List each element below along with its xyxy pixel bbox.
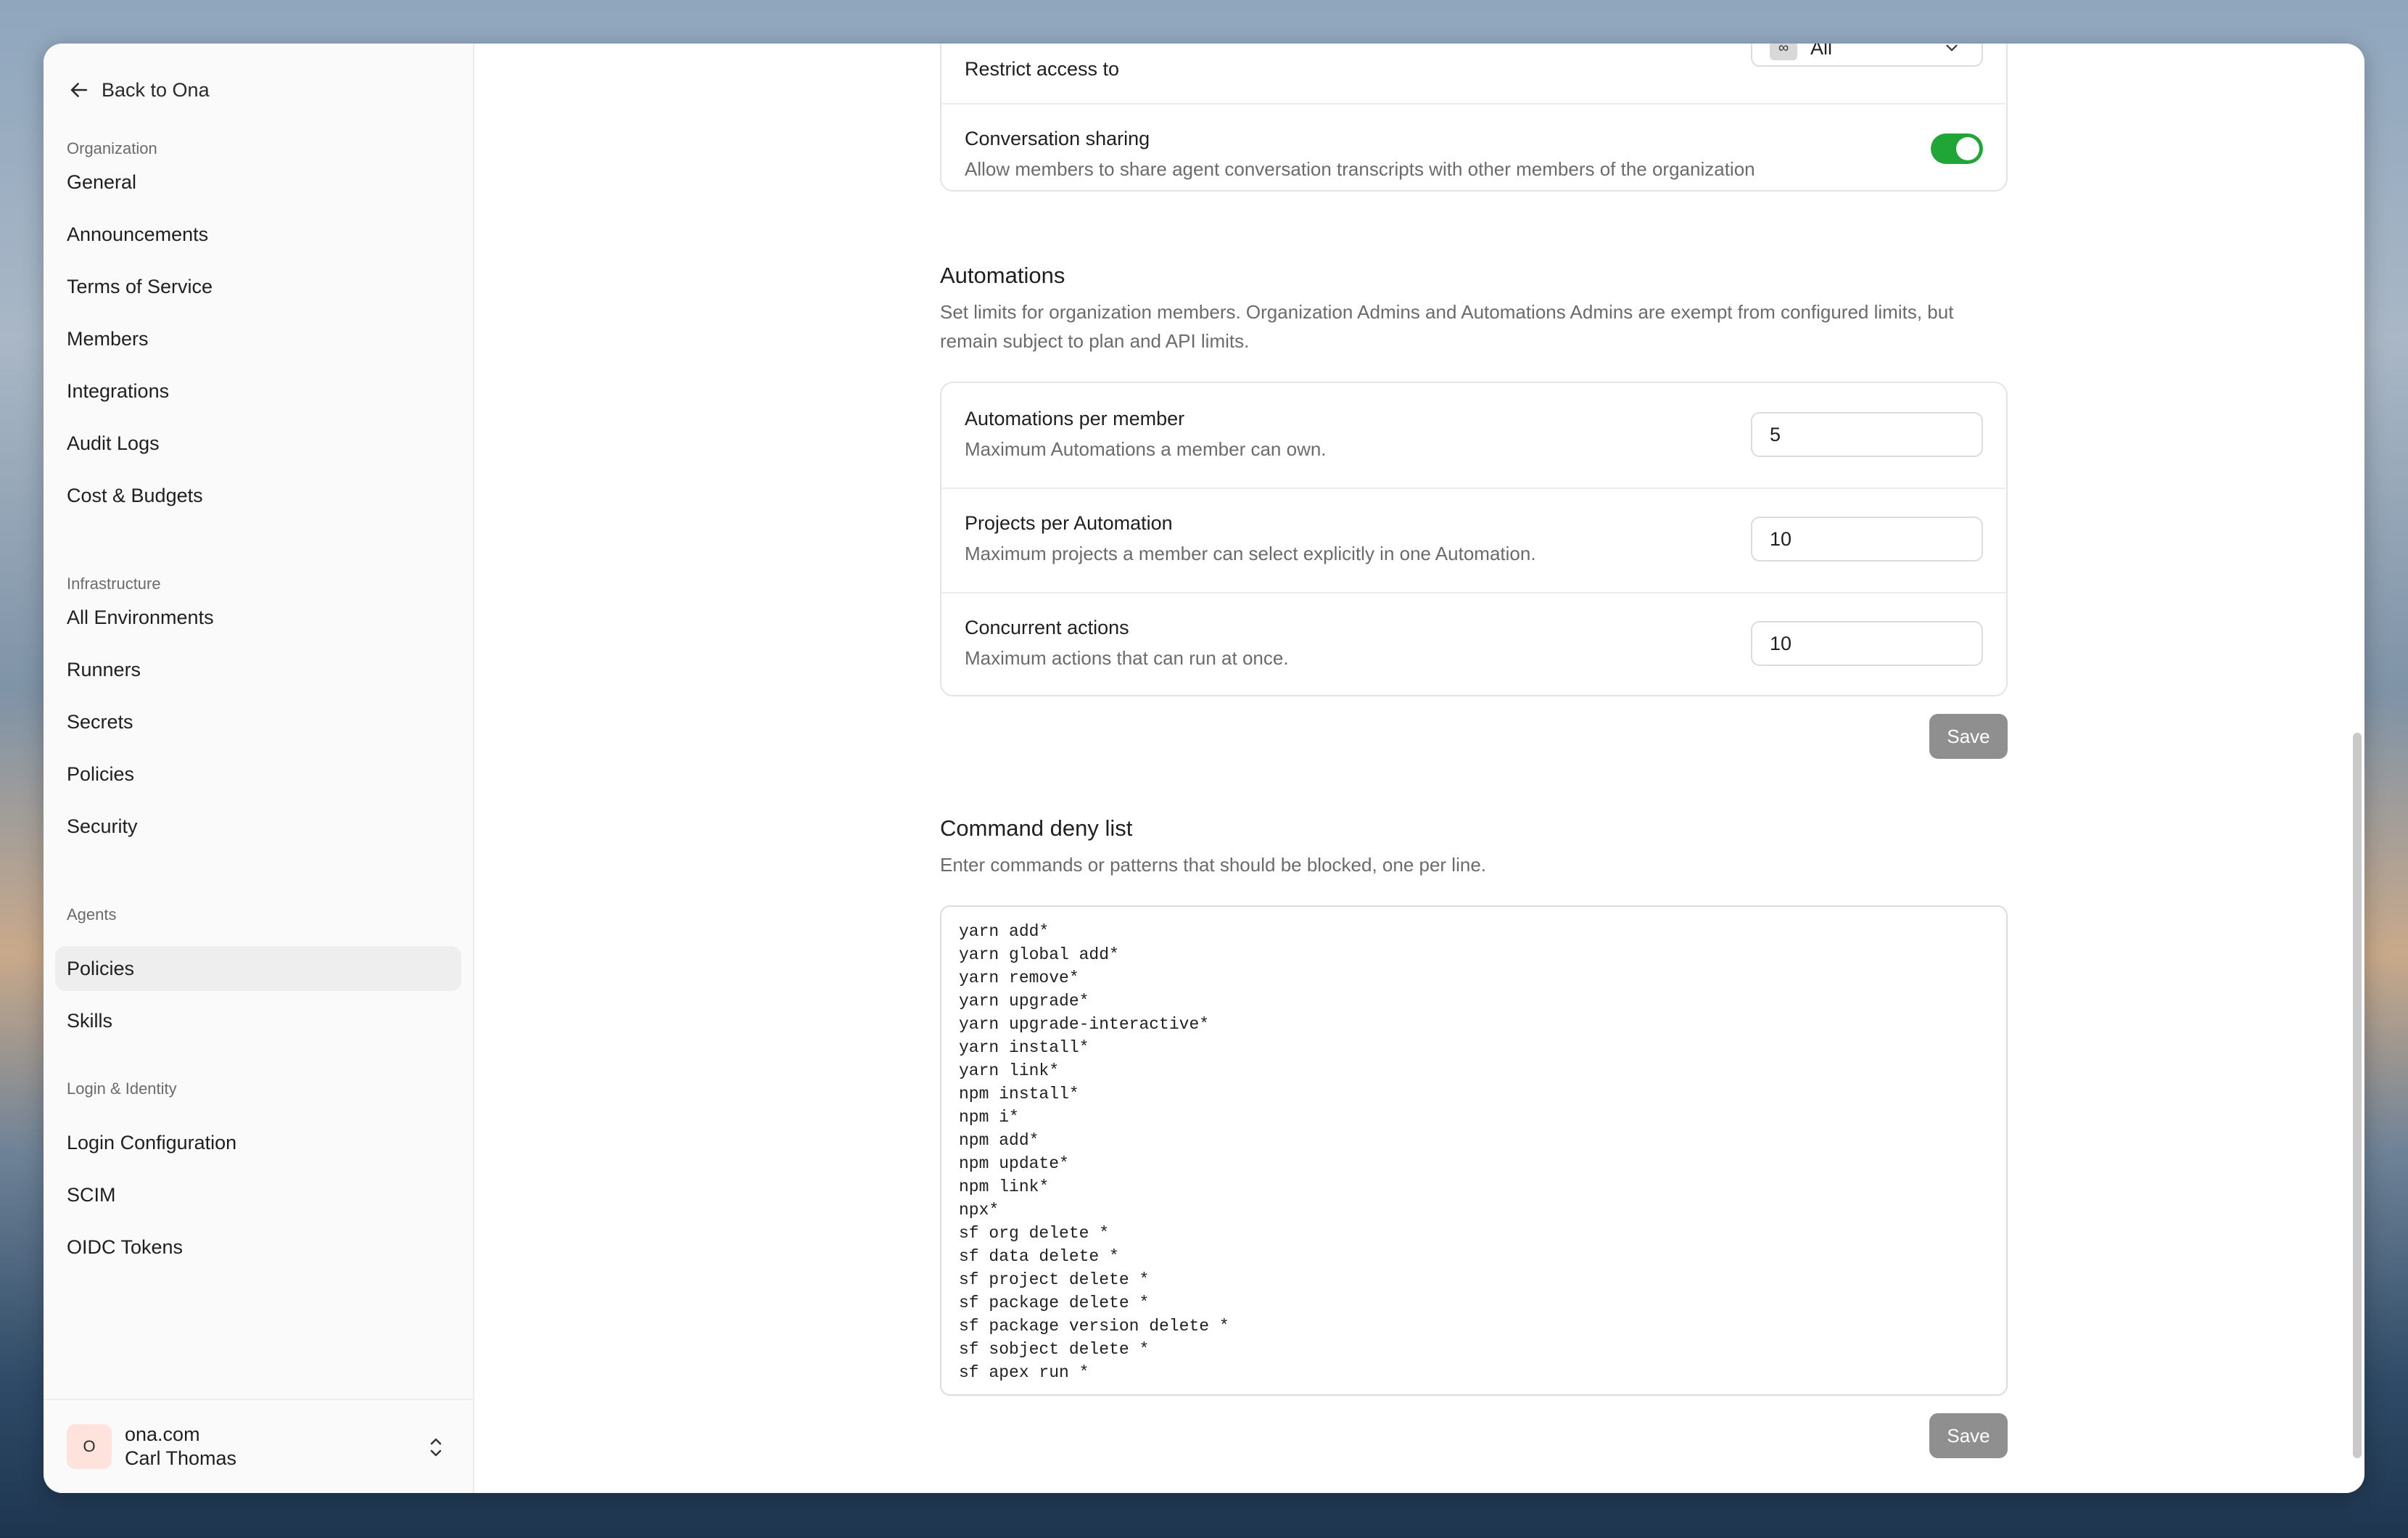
projects-per-automation-row: Projects per Automation Maximum projects… [941, 488, 2006, 592]
org-info: ona.com Carl Thomas [125, 1423, 236, 1471]
org-switcher[interactable]: O ona.com Carl Thomas [44, 1399, 473, 1493]
automations-title: Automations [940, 263, 1065, 288]
automations-per-member-desc: Maximum Automations a member can own. [965, 438, 1327, 460]
sidebar-item-login-configuration[interactable]: Login Configuration [55, 1120, 461, 1165]
sidebar-item-policies-infra[interactable]: Policies [55, 752, 461, 797]
conversation-sharing-toggle[interactable] [1931, 133, 1983, 164]
automations-card: Automations per member Maximum Automatio… [940, 382, 2008, 696]
sidebar-item-cost-budgets[interactable]: Cost & Budgets [55, 473, 461, 518]
scrollbar[interactable] [2350, 44, 2364, 1493]
sidebar-item-scim[interactable]: SCIM [55, 1172, 461, 1217]
section-agents: Agents [67, 905, 117, 924]
chevron-up-down-icon [430, 1438, 442, 1457]
projects-per-automation-title: Projects per Automation [965, 512, 1173, 534]
projects-per-automation-input[interactable] [1751, 517, 1983, 562]
deny-list-save-button[interactable]: Save [1929, 1413, 2008, 1458]
sidebar-item-secrets[interactable]: Secrets [55, 699, 461, 744]
deny-list-desc: Enter commands or patterns that should b… [940, 854, 1486, 876]
conversation-sharing-row: Conversation sharing Allow members to sh… [941, 103, 2006, 193]
sidebar-item-all-environments[interactable]: All Environments [55, 595, 461, 640]
concurrent-actions-desc: Maximum actions that can run at once. [965, 647, 1289, 669]
sidebar-item-terms-of-service[interactable]: Terms of Service [55, 264, 461, 309]
concurrent-actions-row: Concurrent actions Maximum actions that … [941, 592, 2006, 696]
section-infrastructure: Infrastructure [67, 575, 161, 593]
section-organization: Organization [67, 139, 157, 157]
sidebar-item-members[interactable]: Members [55, 316, 461, 361]
conversation-sharing-title: Conversation sharing [965, 128, 1150, 149]
automations-desc: Set limits for organization members. Org… [940, 301, 1954, 352]
automations-save-button[interactable]: Save [1929, 714, 2008, 759]
chevron-down-icon [1946, 44, 1958, 52]
back-link[interactable]: Back to Ona [67, 75, 210, 104]
automations-per-member-title: Automations per member [965, 408, 1185, 429]
conversation-sharing-desc: Allow members to share agent conversatio… [965, 158, 1755, 180]
arrow-left-icon [70, 83, 88, 97]
deny-list-textarea[interactable] [940, 905, 2008, 1396]
projects-per-automation-desc: Maximum projects a member can select exp… [965, 543, 1536, 564]
concurrent-actions-title: Concurrent actions [965, 617, 1129, 638]
sharing-card: Restrict access to ∞ All Conversation sh… [940, 44, 2008, 192]
sidebar: Back to Ona Organization General Announc… [44, 44, 474, 1493]
sidebar-item-integrations[interactable]: Integrations [55, 369, 461, 414]
sidebar-item-policies-agents[interactable]: Policies [55, 946, 461, 991]
settings-window: Back to Ona Organization General Announc… [44, 44, 2364, 1493]
deny-list-title: Command deny list [940, 815, 1133, 841]
restrict-access-row: Restrict access to ∞ All [941, 44, 2006, 103]
user-name: Carl Thomas [125, 1447, 237, 1469]
sidebar-item-security[interactable]: Security [55, 804, 461, 849]
restrict-access-title: Restrict access to [965, 58, 1120, 80]
back-link-label: Back to Ona [102, 78, 210, 101]
concurrent-actions-input[interactable] [1751, 621, 1983, 666]
restrict-access-value: All [1810, 44, 1833, 59]
main-content: Restrict access to ∞ All Conversation sh… [474, 44, 2364, 1493]
sidebar-item-skills[interactable]: Skills [55, 998, 461, 1043]
restrict-access-select[interactable]: ∞ All [1751, 44, 1983, 67]
avatar: O [67, 1424, 112, 1469]
automations-per-member-row: Automations per member Maximum Automatio… [941, 383, 2006, 488]
org-name: ona.com [125, 1423, 200, 1445]
section-login-identity: Login & Identity [67, 1080, 177, 1098]
sidebar-item-runners[interactable]: Runners [55, 647, 461, 692]
sidebar-item-audit-logs[interactable]: Audit Logs [55, 421, 461, 466]
infinity-icon: ∞ [1770, 44, 1797, 60]
sidebar-item-general[interactable]: General [55, 160, 461, 205]
sidebar-item-oidc-tokens[interactable]: OIDC Tokens [55, 1225, 461, 1270]
scrollbar-thumb[interactable] [2353, 733, 2362, 1458]
automations-per-member-input[interactable] [1751, 412, 1983, 457]
sidebar-item-announcements[interactable]: Announcements [55, 212, 461, 257]
